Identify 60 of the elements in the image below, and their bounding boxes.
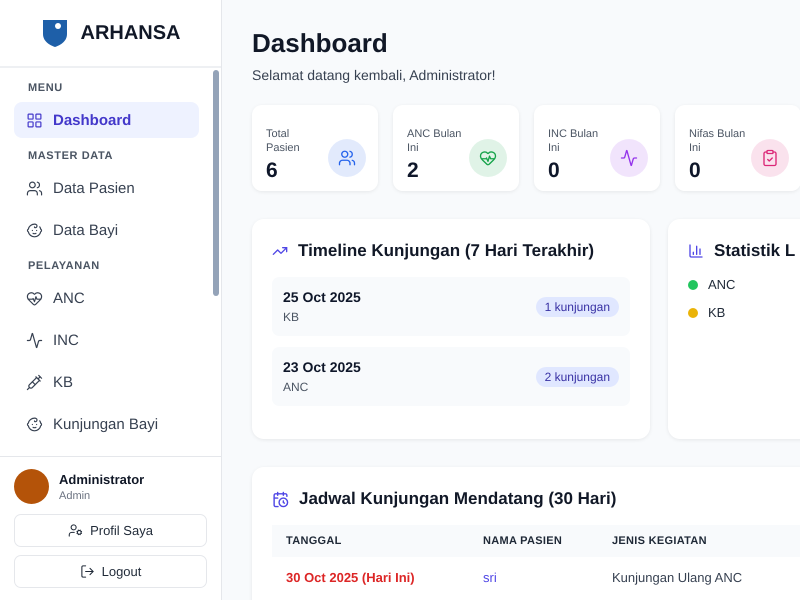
visit-count: 1 kunjungan (536, 296, 619, 316)
bar-chart-icon (688, 243, 704, 259)
nav-item[interactable]: Data Bayi (14, 212, 199, 248)
calendar-clock-icon (272, 490, 289, 508)
entry-type: KB (283, 310, 300, 324)
stat-icon (479, 149, 497, 167)
user-role: Admin (59, 490, 92, 502)
stat-value: 0 (689, 159, 702, 183)
user-name: Administrator (59, 472, 144, 486)
section-heading: MASTER DATA (27, 150, 114, 162)
button-icon (68, 523, 84, 538)
stat-icon (620, 149, 638, 167)
card-title: Jadwal Kunjungan Mendatang (30 Hari) (299, 489, 616, 509)
entry-date: 23 Oct 2025 (283, 359, 361, 375)
stat-icon (338, 149, 356, 167)
nav-item[interactable]: Data Pasien (14, 170, 199, 206)
column-header: JENIS KEGIATAN (598, 525, 800, 557)
nav-item[interactable]: INC (14, 322, 199, 358)
nav-item[interactable]: Kunjungan Bayi (14, 406, 199, 442)
table-cell: Kunjungan Ulang ANC (598, 557, 800, 598)
nav-icon (26, 112, 43, 128)
card-title: Timeline Kunjungan (7 Hari Terakhir) (298, 241, 594, 261)
entry-date: 25 Oct 2025 (283, 289, 361, 305)
nav-icon (26, 290, 43, 306)
stat-label: INC Bulan Ini (548, 127, 600, 155)
welcome-text: Selamat datang kembali, Administrator! (252, 67, 497, 83)
nav-item[interactable]: Dashboard (14, 102, 199, 138)
nav-icon (26, 332, 43, 348)
sidebar-button[interactable]: Logout (14, 555, 207, 588)
section-heading: MENU (27, 82, 64, 94)
section-heading: PELAYANAN (27, 260, 101, 272)
nav-icon (26, 180, 43, 196)
card-title: Statistik L (714, 241, 796, 261)
nav-icon (26, 222, 43, 238)
stat-label: Nifas Bulan Ini (689, 127, 746, 155)
legend-label: ANC (708, 277, 736, 292)
entry-type: ANC (283, 380, 310, 394)
column-header: NAMA PASIEN (469, 525, 598, 557)
nav-icon (26, 374, 43, 390)
stat-value: 0 (548, 159, 561, 183)
stat-label: ANC Bulan Ini (407, 127, 462, 155)
column-header: TANGGAL (272, 525, 469, 557)
legend-label: KB (708, 305, 726, 320)
stat-label: Total Pasien (266, 127, 301, 155)
nav-item[interactable]: KB (14, 364, 199, 400)
table-cell: 30 Oct 2025 (Hari Ini) (272, 557, 469, 598)
avatar-placeholder (14, 469, 49, 504)
sidebar-button[interactable]: Profil Saya (14, 514, 207, 547)
nav-item[interactable]: ANC (14, 280, 199, 316)
button-icon (80, 564, 95, 579)
shield-logo-icon (40, 18, 68, 48)
brand-name: ARHANSA (80, 22, 180, 44)
scrollbar-thumb[interactable] (213, 70, 219, 296)
page-title: Dashboard (252, 28, 389, 59)
nav-icon (26, 416, 43, 432)
stat-value: 2 (407, 159, 420, 183)
patient-link[interactable]: sri (483, 570, 497, 585)
stat-icon (761, 149, 779, 167)
visit-count: 2 kunjungan (536, 366, 619, 386)
stat-value: 6 (266, 159, 279, 183)
